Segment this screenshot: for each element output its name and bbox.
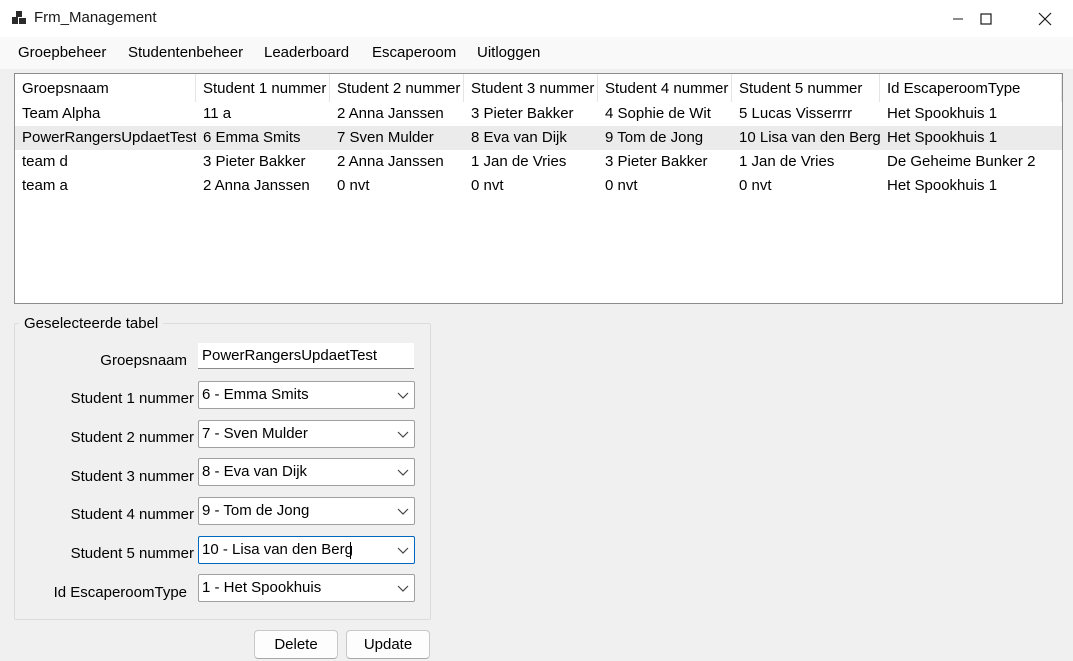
cell-student5: 5 Lucas Visserrrr [739, 105, 853, 122]
app-icon [12, 11, 26, 24]
student3-select-value: 8 - Eva van Dijk [202, 463, 308, 480]
escaperoomtype-select-value: 1 - Het Spookhuis [202, 579, 322, 596]
column-header-escaperoomtype[interactable]: Id EscaperoomType [880, 74, 1062, 102]
cell-groepsnaam: PowerRangersUpdaetTest [22, 129, 196, 146]
column-header-student4[interactable]: Student 4 nummer [598, 74, 732, 102]
table-row[interactable]: team d 3 Pieter Bakker 2 Anna Janssen 1 … [15, 150, 1062, 174]
groepsnaam-label: Groepsnaam [100, 352, 187, 369]
cell-student3: 0 nvt [471, 177, 504, 194]
menu-bar: Groepbeheer Studentenbeheer Leaderboard … [0, 37, 1073, 69]
cell-student4: 4 Sophie de Wit [605, 105, 711, 122]
groups-table[interactable]: Groepsnaam Student 1 nummer Student 2 nu… [14, 73, 1063, 304]
chevron-down-icon [397, 431, 409, 438]
escaperoomtype-label: Id EscaperoomType [53, 584, 187, 601]
column-header-groepsnaam[interactable]: Groepsnaam [15, 74, 196, 102]
student5-select[interactable]: 10 - Lisa van den Berg [198, 536, 415, 564]
cell-student3: 1 Jan de Vries [471, 153, 567, 170]
student2-label: Student 2 nummer [70, 429, 194, 446]
student1-select-value: 6 - Emma Smits [202, 386, 309, 403]
student2-select-value: 7 - Sven Mulder [202, 425, 308, 442]
update-button[interactable]: Update [346, 630, 430, 659]
student1-select[interactable]: 6 - Emma Smits [198, 381, 415, 409]
cell-groepsnaam: Team Alpha [22, 105, 101, 122]
student2-select[interactable]: 7 - Sven Mulder [198, 420, 415, 448]
cell-escaperoomtype: Het Spookhuis 1 [887, 177, 998, 194]
column-header-student2[interactable]: Student 2 nummer [330, 74, 464, 102]
cell-escaperoomtype: Het Spookhuis 1 [887, 129, 998, 146]
student3-select[interactable]: 8 - Eva van Dijk [198, 458, 415, 486]
cell-student1: 6 Emma Smits [203, 129, 301, 146]
window-title: Frm_Management [34, 9, 157, 26]
table-row[interactable]: Team Alpha 11 a 2 Anna Janssen 3 Pieter … [15, 102, 1062, 126]
cell-student2: 7 Sven Mulder [337, 129, 434, 146]
cell-student4: 3 Pieter Bakker [605, 153, 708, 170]
maximize-icon [980, 12, 992, 25]
cell-groepsnaam: team a [22, 177, 68, 194]
menu-leaderboard[interactable]: Leaderboard [264, 44, 349, 61]
column-header-student5[interactable]: Student 5 nummer [732, 74, 880, 102]
chevron-down-icon [397, 547, 409, 554]
groupbox-legend: Geselecteerde tabel [19, 315, 164, 332]
table-row[interactable]: team a 2 Anna Janssen 0 nvt 0 nvt 0 nvt … [15, 174, 1062, 198]
cell-escaperoomtype: Het Spookhuis 1 [887, 105, 998, 122]
menu-groepbeheer[interactable]: Groepbeheer [18, 44, 106, 61]
escaperoomtype-select[interactable]: 1 - Het Spookhuis [198, 574, 415, 602]
cell-student2: 2 Anna Janssen [337, 105, 444, 122]
cell-student2: 0 nvt [337, 177, 370, 194]
student1-label: Student 1 nummer [70, 390, 194, 407]
student3-label: Student 3 nummer [70, 468, 194, 485]
cell-escaperoomtype: De Geheime Bunker 2 [887, 153, 1036, 170]
cell-student1: 3 Pieter Bakker [203, 153, 306, 170]
menu-escaperoom[interactable]: Escaperoom [372, 44, 456, 61]
student5-select-value: 10 - Lisa van den Berg [202, 541, 353, 558]
student4-select-value: 9 - Tom de Jong [202, 502, 310, 519]
cell-groepsnaam: team d [22, 153, 68, 170]
table-row-selected[interactable]: PowerRangersUpdaetTest 6 Emma Smits 7 Sv… [15, 126, 1062, 150]
column-header-student1[interactable]: Student 1 nummer [196, 74, 330, 102]
student5-label: Student 5 nummer [70, 545, 194, 562]
delete-button[interactable]: Delete [254, 630, 338, 659]
menu-studentenbeheer[interactable]: Studentenbeheer [128, 44, 243, 61]
chevron-down-icon [397, 392, 409, 399]
cell-student5: 10 Lisa van den Berg [739, 129, 880, 146]
cell-student4: 9 Tom de Jong [605, 129, 704, 146]
cell-student5: 1 Jan de Vries [739, 153, 835, 170]
title-bar: Frm_Management [0, 0, 1073, 37]
close-button[interactable] [1022, 0, 1068, 37]
cell-student5: 0 nvt [739, 177, 772, 194]
close-icon [1038, 12, 1052, 25]
groepsnaam-input[interactable] [198, 343, 414, 369]
column-header-student3[interactable]: Student 3 nummer [464, 74, 598, 102]
cell-student4: 0 nvt [605, 177, 638, 194]
chevron-down-icon [397, 508, 409, 515]
chevron-down-icon [397, 585, 409, 592]
chevron-down-icon [397, 469, 409, 476]
cell-student3: 8 Eva van Dijk [471, 129, 567, 146]
cell-student1: 11 a [203, 105, 232, 122]
cell-student1: 2 Anna Janssen [203, 177, 310, 194]
student4-label: Student 4 nummer [70, 506, 194, 523]
menu-uitloggen[interactable]: Uitloggen [477, 44, 540, 61]
cell-student2: 2 Anna Janssen [337, 153, 444, 170]
table-header: Groepsnaam Student 1 nummer Student 2 nu… [15, 74, 1062, 102]
student4-select[interactable]: 9 - Tom de Jong [198, 497, 415, 525]
cell-student3: 3 Pieter Bakker [471, 105, 574, 122]
maximize-button[interactable] [963, 0, 1009, 37]
text-cursor [350, 542, 351, 559]
